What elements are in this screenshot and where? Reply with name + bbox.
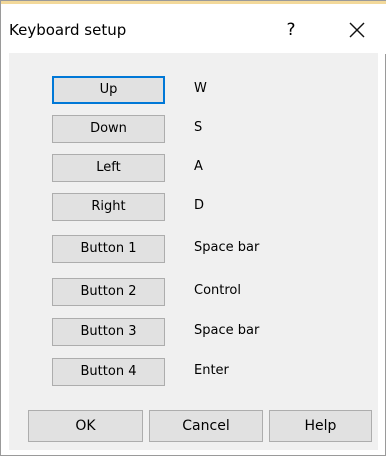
key-button-up[interactable]: Up — [52, 76, 165, 104]
key-button-right[interactable]: Right — [52, 193, 165, 221]
key-button-button-1[interactable]: Button 1 — [52, 235, 165, 263]
key-button-left[interactable]: Left — [52, 154, 165, 182]
close-icon-glyph — [349, 22, 365, 38]
keyboard-setup-dialog: Keyboard setup ? Up W Down S Left A Righ… — [0, 0, 386, 456]
help-question-button[interactable]: ? — [279, 18, 303, 42]
ok-button[interactable]: OK — [28, 410, 143, 442]
key-button-button-3[interactable]: Button 3 — [52, 318, 165, 346]
key-value-right: D — [194, 198, 205, 213]
dialog-client-area: Up W Down S Left A Right D Button 1 Spac… — [9, 53, 378, 450]
key-button-down[interactable]: Down — [52, 115, 165, 143]
key-value-down: S — [194, 120, 203, 135]
key-button-button-2[interactable]: Button 2 — [52, 278, 165, 306]
title-bar[interactable]: Keyboard setup ? — [1, 4, 386, 54]
window-title: Keyboard setup — [9, 21, 127, 39]
help-button[interactable]: Help — [269, 410, 372, 442]
key-value-left: A — [194, 159, 203, 174]
cancel-button[interactable]: Cancel — [149, 410, 263, 442]
key-value-up: W — [194, 81, 207, 96]
key-value-button-3: Space bar — [194, 323, 260, 338]
key-value-button-2: Control — [194, 283, 241, 298]
key-button-button-4[interactable]: Button 4 — [52, 358, 165, 386]
close-icon[interactable] — [343, 16, 371, 44]
key-value-button-1: Space bar — [194, 240, 260, 255]
key-value-button-4: Enter — [194, 363, 229, 378]
